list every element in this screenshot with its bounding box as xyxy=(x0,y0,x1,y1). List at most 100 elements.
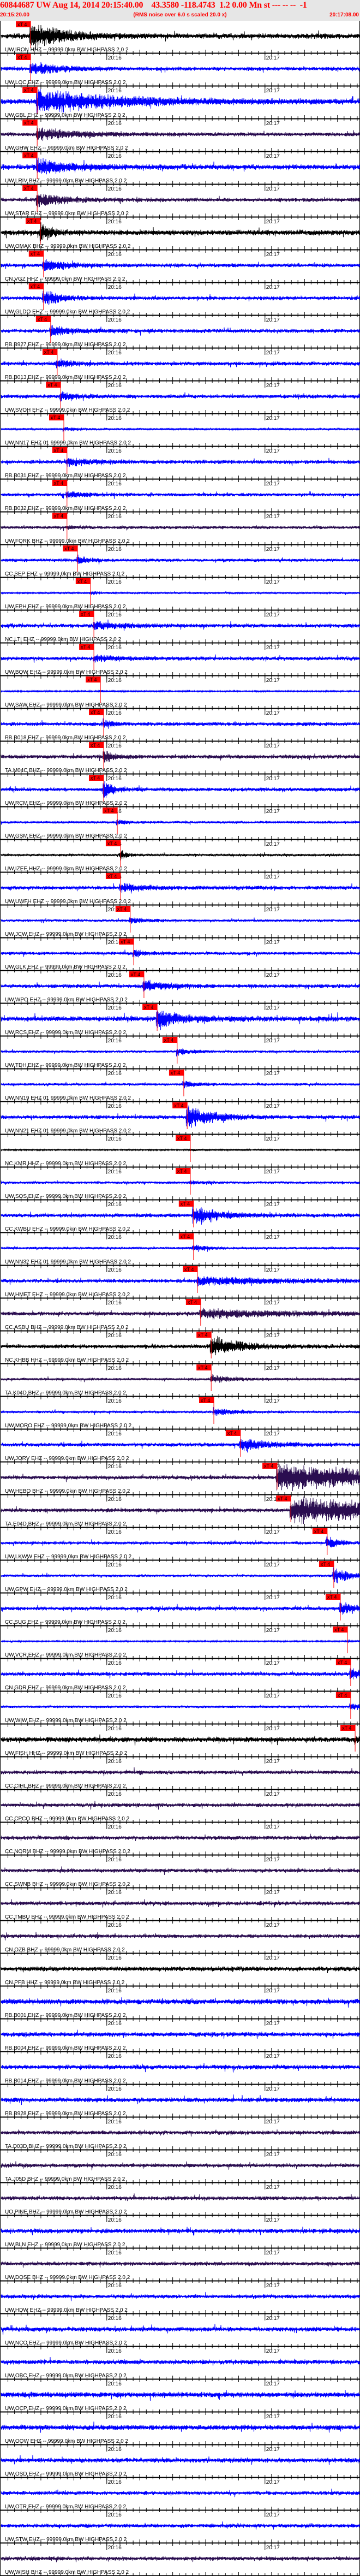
trace-plot: UW.JCW EHZ -- 99999.0km BW HIGHPASS 2.0 … xyxy=(1,905,360,946)
waveform xyxy=(1,1932,360,1941)
seismogram-trace: UW.LOC EHZ -- 99999.0km BW HIGHPASS 2.0 … xyxy=(1,54,360,94)
trace-plot: CC.SUG EHZ -- 99999.0km BW HIGHPASS 2.0 … xyxy=(1,1593,360,1634)
channel-label: PB.B032 EHZ -- 99999.0km BW HIGHPASS 2.0… xyxy=(5,506,126,512)
seismogram-trace: UW.GPW EHZ -- 99999.0km BW HIGHPASS 2.0 … xyxy=(1,1560,360,1601)
pick-marker-label: xT 4 xyxy=(24,153,33,158)
pick-marker-label: xT 4 xyxy=(24,120,33,126)
trace-plot: UW.GLK EHZ -- 99999.0km BW HIGHPASS 2.0 … xyxy=(1,938,360,978)
waveform xyxy=(1,2094,360,2105)
trace-plot: UW.VCR EHZ -- 99999.0km BW HIGHPASS 2.0 … xyxy=(1,1626,360,1666)
trace-plot: UW.OMAK BHZ -- 99999.0km BW HIGHPASS 2.0… xyxy=(1,217,360,258)
channel-label: UW.SAW EHZ -- 99999.0km BW HIGHPASS 2.0 … xyxy=(5,702,127,708)
trace-plot: UW.GBL EHZ -- 99999.0km BW HIGHPASS 2.0 … xyxy=(1,86,360,127)
waveform xyxy=(1,290,360,305)
waveform xyxy=(1,751,360,763)
channel-label: UO.PINE BHZ -- 99999.0km BW HIGHPASS 2.0… xyxy=(5,2209,127,2215)
trace-plot: UW.DOSE BHZ -- 99999.0km BW HIGHPASS 2.0… xyxy=(1,2260,360,2289)
channel-label: UW.HEBO BHZ -- 99999.0km BW HIGHPASS 2.0… xyxy=(5,1488,130,1494)
seismogram-trace: UO.PINE BHZ -- 99999.0km BW HIGHPASS 2.0… xyxy=(1,2183,360,2223)
waveform xyxy=(1,1767,360,1777)
waveform xyxy=(1,1966,360,1974)
trace-plot: UW.OSD EHZ -- 99999.0km BW HIGHPASS 2.0 … xyxy=(1,2455,360,2485)
event-header: 60844687 UW Aug 14, 2014 20:15:40.00 43.… xyxy=(0,0,360,21)
channel-label: UW.MORO EHZ -- 99999.0km BW HIGHPASS 2.0… xyxy=(5,1423,132,1429)
noise-scaling-note: (RMS noise over 6.0 s scaled 20.0 x) xyxy=(133,12,227,18)
seismogram-trace: UW.RCS EHZ -- 99999.0km BW HIGHPASS 2.0 … xyxy=(1,1004,360,1044)
trace-plot: UW.STW EHZ -- 99999.0km BW HIGHPASS 2.0 … xyxy=(1,2521,360,2551)
seismogram-trace: UW.GLK EHZ -- 99999.0km BW HIGHPASS 2.0 … xyxy=(1,938,360,978)
waveform xyxy=(1,525,360,531)
seismogram-trace: CC.CPCO BHZ -- 99999.0km BW HIGHPASS 2.0… xyxy=(1,1790,360,1830)
pick-marker-label: xT 4 xyxy=(198,1365,207,1370)
channel-label: TA.J05D BHZ -- 99999.0km BW HIGHPASS 2.0… xyxy=(5,2176,125,2182)
channel-label: CC.CIHL BHZ -- 99999.0km BW HIGHPASS 2.0… xyxy=(5,1783,126,1789)
channel-label: UW.OCP EHZ -- 99999.0km BW HIGHPASS 2.0 … xyxy=(5,2406,127,2412)
pick-marker-label: xT 4 xyxy=(38,317,47,322)
trace-plot: NC.KHBB HHZ -- 99999.0km BW HIGHPASS 2.0… xyxy=(1,1331,360,1372)
pick-marker-label: xT 4 xyxy=(47,382,57,388)
channel-label: TA.K04D BHZ -- 99999.0km BW HIGHPASS 2.0… xyxy=(5,1390,126,1396)
waveform xyxy=(1,1010,360,1030)
waveform xyxy=(1,491,360,499)
waveform xyxy=(1,1668,360,1679)
trace-plot: PB.B018 EHZ -- 99999.0km BW HIGHPASS 2.0… xyxy=(1,709,360,749)
channel-label: PB.B031 EHZ -- 99999.0km BW HIGHPASS 2.0… xyxy=(5,473,126,479)
waveform xyxy=(1,1244,360,1252)
channel-label: UW.OBC EHZ -- 99999.0km BW HIGHPASS 2.0 … xyxy=(5,2373,127,2379)
pick-marker-label: xT 4 xyxy=(64,546,74,551)
seismogram-trace: UW.SVOH EHZ -- 99999.0km BW HIGHPASS 2.0… xyxy=(1,381,360,422)
trace-plot: UW.NCO EHZ -- 99999.0km BW HIGHPASS 2.0 … xyxy=(1,2324,360,2354)
pick-marker-label: xT 4 xyxy=(24,186,33,191)
seismogram-trace: UW.JCW EHZ -- 99999.0km BW HIGHPASS 2.0 … xyxy=(1,905,360,946)
trace-plot: UW.RCS EHZ -- 99999.0km BW HIGHPASS 2.0 … xyxy=(1,1004,360,1044)
pick-marker-label: xT 4 xyxy=(54,513,63,519)
waveform xyxy=(1,88,360,114)
pick-marker-label: xT 4 xyxy=(227,1431,237,1436)
trace-plot: NC.KMR HHZ -- 99999.0km BW HIGHPASS 2.0 … xyxy=(1,1135,360,1175)
channel-label: UW.OTR EHZ -- 99999.0km BW HIGHPASS 2.0 … xyxy=(5,2504,127,2510)
waveform xyxy=(1,949,360,958)
channel-label: UW.HDW EHZ -- 99999.0km BW HIGHPASS 2.0 … xyxy=(5,2307,128,2313)
trace-plot: UW.FISH HHZ -- 99999.0km BW HIGHPASS 2.0… xyxy=(1,1724,360,1765)
channel-label: UW.GLDO EHZ -- 99999.0km BW HIGHPASS 2.0… xyxy=(5,309,130,315)
trace-plot: UW.STAR EHZ -- 99999.0km BW HIGHPASS 2.0… xyxy=(1,185,360,225)
waveform xyxy=(1,654,360,663)
trace-plot: UW.LOC EHZ -- 99999.0km BW HIGHPASS 2.0 … xyxy=(1,54,360,94)
channel-label: TA.E04D BHZ -- 99999.0km BW HIGHPASS 2.0… xyxy=(5,1521,126,1527)
waveform xyxy=(1,2421,360,2433)
trace-plot: NC.LTI EHZ -- 99999.0km BW HIGHPASS 2.0 … xyxy=(1,610,360,651)
seismogram-trace: UW.UWFH EHZ -- 99999.0km BW HIGHPASS 2.0… xyxy=(1,872,360,913)
trace-plot: PB.B014 EHZ -- 99999.0km BW HIGHPASS 2.0… xyxy=(1,2063,360,2092)
trace-plot: PB.B032 EHZ -- 99999.0km BW HIGHPASS 2.0… xyxy=(1,479,360,520)
seismogram-trace: UW.DOSE BHZ -- 99999.0km BW HIGHPASS 2.0… xyxy=(1,2248,360,2289)
waveform xyxy=(1,259,360,271)
waveform xyxy=(1,850,360,860)
channel-label: UW.LKWW EHZ -- 99999.0km BW HIGHPASS 2.0… xyxy=(5,1554,132,1560)
pick-marker-label: xT 4 xyxy=(334,1627,344,1633)
seismogram-trace: UW.BLN EHZ -- 99999.0km BW HIGHPASS 2.0 … xyxy=(1,2216,360,2256)
seismogram-trace: UW.RCM EHZ -- 99999.0km BW HIGHPASS 2.0 … xyxy=(1,774,360,815)
seismogram-trace: CC.CIHL BHZ -- 99999.0km BW HIGHPASS 2.0… xyxy=(1,1757,360,1797)
waveform xyxy=(1,2292,360,2301)
channel-label: PB.B004 EHZ -- 99999.0km BW HIGHPASS 2.0… xyxy=(5,2045,126,2051)
pick-marker-label: xT 4 xyxy=(177,1168,187,1174)
trace-plot: CN.PFB HHZ -- 99999.0km BW HIGHPASS 2.0 … xyxy=(1,1966,360,1994)
seismogram-trace: UW.SOS EHZ -- 99999.0km BW HIGHPASS 2.0 … xyxy=(1,1167,360,1208)
trace-plot: UW.OCP EHZ -- 99999.0km BW HIGHPASS 2.0 … xyxy=(1,2389,360,2420)
waveform xyxy=(1,1536,360,1548)
pick-marker-label: xT 4 xyxy=(107,874,117,879)
pick-marker-label: xT 4 xyxy=(77,579,87,584)
channel-label: NC.KHBB HHZ -- 99999.0km BW HIGHPASS 2.0… xyxy=(5,1357,129,1363)
channel-label: NC.LTI EHZ -- 99999.0km BW HIGHPASS 2.0 … xyxy=(5,637,121,643)
trace-plot: UW.NN21 EHZ 01 99999.0km BW HIGHPASS 2.0… xyxy=(1,1102,360,1142)
seismogram-trace: UW.NN21 EHZ 01 99999.0km BW HIGHPASS 2.0… xyxy=(1,1102,360,1142)
trace-plot: UW.SAW EHZ -- 99999.0km BW HIGHPASS 2.0 … xyxy=(1,676,360,716)
channel-label: UW.GSM EHZ -- 99999.0km BW HIGHPASS 2.0 … xyxy=(5,833,127,839)
pick-marker-label: xT 4 xyxy=(91,743,100,748)
trace-plot: UW.TDH EHZ -- 99999.0km BW HIGHPASS 2.0 … xyxy=(1,1036,360,1077)
waveform xyxy=(1,156,360,175)
trace-plot: UW.JORV EHZ -- 99999.0km BW HIGHPASS 2.0… xyxy=(1,1429,360,1470)
channel-label: PB.B927 EHZ -- 99999.0km BW HIGHPASS 2.0… xyxy=(5,342,126,348)
trace-plot: CC.TMBU BHZ -- 99999.0km BW HIGHPASS 2.0… xyxy=(1,1899,360,1928)
pick-marker-label: xT 4 xyxy=(91,710,100,715)
